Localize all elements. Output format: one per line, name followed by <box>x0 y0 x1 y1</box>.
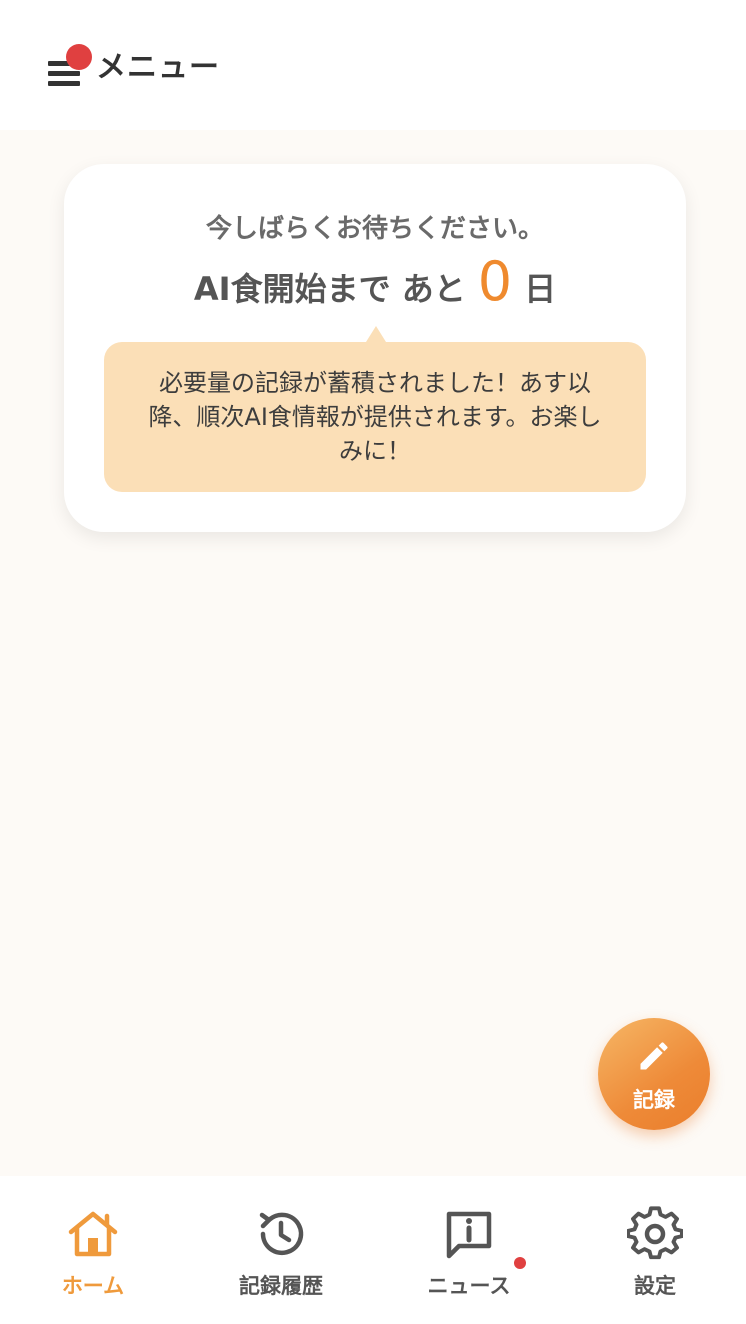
notice-bubble: 必要量の記録が蓄積されました！あす以降、順次AI食情報が提供されます。お楽しみに… <box>104 342 646 492</box>
wait-message: 今しばらくお待ちください。 <box>205 214 544 244</box>
news-notification-dot <box>514 1257 526 1269</box>
tab-news[interactable]: ニュース <box>376 1176 562 1324</box>
tab-history-label: 記録履歴 <box>239 1274 323 1298</box>
countdown-days: 0 <box>477 250 513 313</box>
bottom-tab-bar: ホーム 記録履歴 ニュース 設定 <box>0 1176 746 1324</box>
record-fab-label: 記録 <box>633 1088 675 1112</box>
hamburger-icon <box>46 44 92 86</box>
tab-settings[interactable]: 設定 <box>562 1176 746 1324</box>
countdown-prefix: AI食開始まで あと <box>193 270 466 308</box>
history-icon <box>259 1212 304 1256</box>
home-icon <box>68 1211 118 1257</box>
countdown-unit: 日 <box>524 270 557 308</box>
countdown-card: 今しばらくお待ちください。 AI食開始まで あと 0 日 必要量の記録が蓄積され… <box>64 164 686 532</box>
app-header: メニュー <box>0 0 746 130</box>
tab-settings-label: 設定 <box>634 1274 676 1298</box>
record-fab-button[interactable]: 記録 <box>598 1018 710 1130</box>
notice-text: 必要量の記録が蓄積されました！あす以降、順次AI食情報が提供されます。お楽しみに… <box>148 369 602 465</box>
tab-home[interactable]: ホーム <box>0 1176 186 1324</box>
pencil-icon <box>640 1042 668 1070</box>
bubble-pointer <box>366 326 386 342</box>
gear-icon <box>627 1206 683 1260</box>
news-icon <box>446 1211 492 1259</box>
countdown-row: AI食開始まで あと 0 日 <box>64 250 686 313</box>
tab-news-label: ニュース <box>427 1274 511 1298</box>
tab-history[interactable]: 記録履歴 <box>188 1176 374 1324</box>
menu-button[interactable]: メニュー <box>46 36 220 92</box>
menu-label: メニュー <box>96 50 220 85</box>
menu-notification-dot <box>66 44 92 70</box>
tab-home-label: ホーム <box>61 1274 125 1298</box>
